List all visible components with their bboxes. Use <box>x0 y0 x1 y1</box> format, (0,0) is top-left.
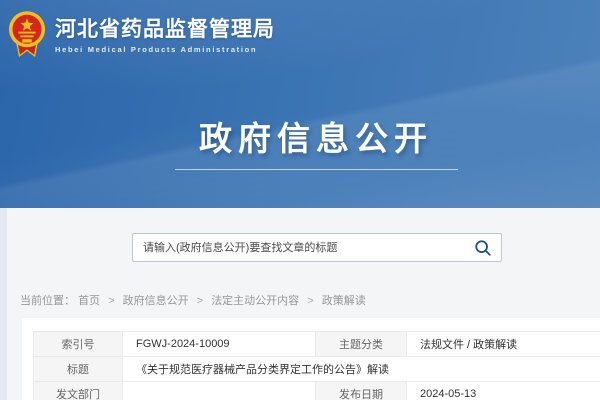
title-value-cell: 《关于规范医疗器械产品分类界定工作的公告》解读 <box>123 357 600 382</box>
category-label-cell: 主题分类 <box>316 332 407 357</box>
dept-value-cell <box>123 382 316 400</box>
china-national-emblem-icon <box>8 10 46 58</box>
breadcrumb-separator: > <box>307 295 313 307</box>
org-name-zh: 河北省药品监督管理局 <box>55 19 275 41</box>
breadcrumb-separator: > <box>108 295 114 307</box>
dept-label-cell: 发文部门 <box>34 382 123 400</box>
breadcrumb-item-gov-info[interactable]: 政府信息公开 <box>123 295 189 307</box>
date-label-cell: 发布日期 <box>316 382 407 400</box>
site-header: 河北省药品监督管理局 Hebei Medical Products Admini… <box>0 0 600 208</box>
index-label-cell: 索引号 <box>34 332 123 357</box>
brand-text: 河北省药品监督管理局 Hebei Medical Products Admini… <box>55 10 275 54</box>
document-info-card: 索引号 FGWJ-2024-10009 主题分类 法规文件 / 政策解读 标题 … <box>22 318 600 400</box>
table-row: 索引号 FGWJ-2024-10009 主题分类 法规文件 / 政策解读 <box>34 332 600 357</box>
search-box <box>132 233 502 262</box>
breadcrumb-item-home[interactable]: 首页 <box>78 295 100 307</box>
search-input[interactable] <box>143 234 463 261</box>
search-icon <box>474 239 492 257</box>
title-label-cell: 标题 <box>34 357 123 382</box>
date-value-cell: 2024-05-13 <box>407 382 600 400</box>
page-edge-strip <box>0 208 7 400</box>
banner-title: 政府信息公开 <box>0 112 600 160</box>
page: { "brand": { "org_name_zh": "河北省药品监督管理局"… <box>0 0 600 400</box>
table-row: 标题 《关于规范医疗器械产品分类界定工作的公告》解读 <box>34 357 600 382</box>
site-logo[interactable]: 河北省药品监督管理局 Hebei Medical Products Admini… <box>8 10 275 58</box>
breadcrumb-prefix: 当前位置： <box>20 295 75 307</box>
table-row: 发文部门 发布日期 2024-05-13 <box>34 382 600 400</box>
content-section: 当前位置： 首页 > 政府信息公开 > 法定主动公开内容 > 政策解读 索引号 … <box>0 208 600 400</box>
breadcrumb: 当前位置： 首页 > 政府信息公开 > 法定主动公开内容 > 政策解读 <box>20 292 366 308</box>
banner-title-underline <box>175 169 458 170</box>
breadcrumb-separator: > <box>197 295 203 307</box>
document-info-table: 索引号 FGWJ-2024-10009 主题分类 法规文件 / 政策解读 标题 … <box>33 331 600 400</box>
index-value-cell: FGWJ-2024-10009 <box>123 332 316 357</box>
category-value-cell: 法规文件 / 政策解读 <box>407 332 600 357</box>
search-button[interactable] <box>473 239 493 259</box>
org-name-en: Hebei Medical Products Administration <box>55 45 275 54</box>
breadcrumb-item-statutory-disclosure[interactable]: 法定主动公开内容 <box>211 295 299 307</box>
breadcrumb-item-policy-interpretation[interactable]: 政策解读 <box>322 295 366 307</box>
